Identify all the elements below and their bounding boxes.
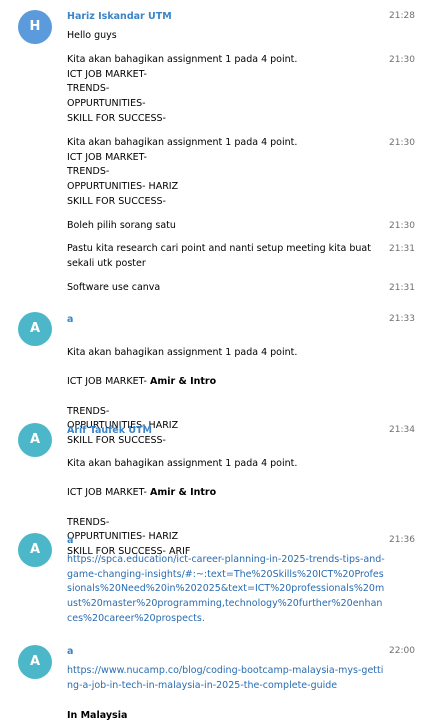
sender-name[interactable]: Hariz Iskandar UTM <box>67 11 172 22</box>
message-time: 21:31 <box>389 283 415 293</box>
message-text: Kita akan bahagikan assignment 1 pada 4 … <box>67 54 298 124</box>
sender-name[interactable]: Arif Taufek UTM <box>67 425 152 436</box>
message-time: 21:36 <box>389 535 415 545</box>
message-time: 21:30 <box>389 138 415 148</box>
message-time: 21:33 <box>389 314 415 324</box>
avatar[interactable]: A <box>18 312 52 346</box>
bold-text: Amir & Intro <box>149 487 217 499</box>
message-text: Boleh pilih sorang satu <box>67 220 176 231</box>
message-line: ICT JOB MARKET- <box>67 487 150 499</box>
sender-name[interactable]: a <box>67 535 73 546</box>
message-text: Software use canva <box>67 282 161 293</box>
message-time: 21:28 <box>389 11 415 21</box>
message-text: Hello guys <box>67 30 117 41</box>
bold-text: Amir & Intro <box>149 376 217 388</box>
chat-history: H Hariz Iskandar UTM 21:28 Hello guys 21… <box>0 0 432 728</box>
message-line: Kita akan bahagikan assignment 1 pada 4 … <box>67 346 298 358</box>
message-line: Kita akan bahagikan assignment 1 pada 4 … <box>67 457 298 469</box>
avatar[interactable]: A <box>18 533 52 567</box>
message-text: Kita akan bahagikan assignment 1 pada 4 … <box>67 137 298 207</box>
sender-name[interactable]: a <box>67 646 73 657</box>
message-time: 21:31 <box>389 244 415 254</box>
message-time: 21:30 <box>389 221 415 231</box>
message-link[interactable]: https://spca.education/ict-career-planni… <box>67 553 387 627</box>
message-link[interactable]: https://www.nucamp.co/blog/coding-bootca… <box>67 664 389 693</box>
avatar[interactable]: A <box>18 423 52 457</box>
message-time: 21:30 <box>389 55 415 65</box>
message-text: Pastu kita research cari point and nanti… <box>67 243 371 269</box>
sender-name[interactable]: a <box>67 314 73 325</box>
message-text: In Malaysia <box>67 710 128 721</box>
avatar[interactable]: A <box>18 645 52 679</box>
message-time: 22:00 <box>389 646 415 656</box>
message-line: TRENDS- OPPURTUNITIES- HARIZ SKILL FOR S… <box>67 516 191 557</box>
message-time: 21:34 <box>389 425 415 435</box>
message-text: Kita akan bahagikan assignment 1 pada 4 … <box>67 442 382 560</box>
avatar[interactable]: H <box>18 10 52 44</box>
message-line: ICT JOB MARKET- <box>67 376 150 388</box>
